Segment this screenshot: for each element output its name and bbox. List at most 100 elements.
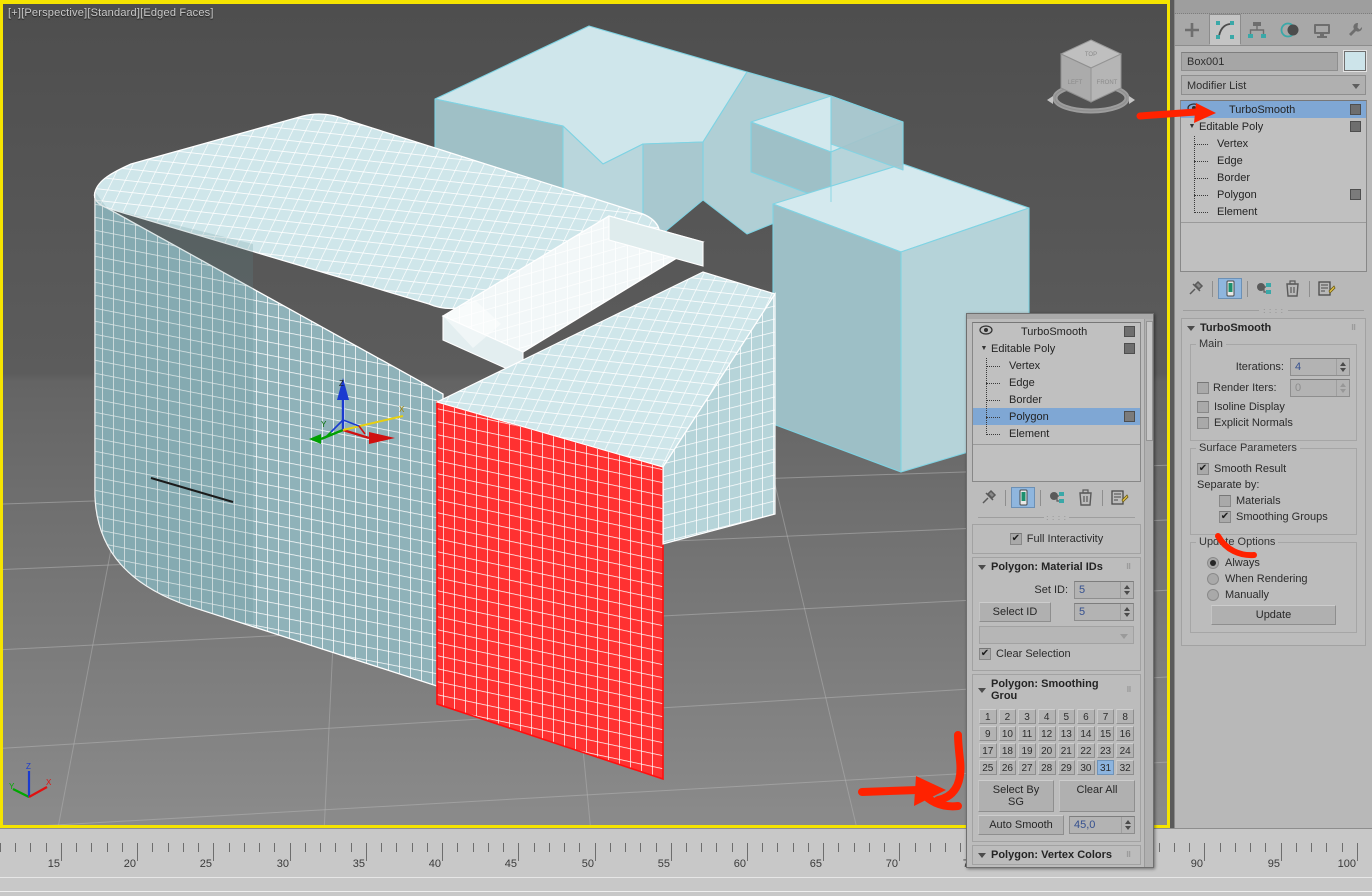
smoothing-group-3[interactable]: 3: [1018, 709, 1036, 724]
update-option-always[interactable]: Always: [1207, 557, 1350, 569]
smoothing-group-11[interactable]: 11: [1018, 726, 1036, 741]
floating-modify-panel[interactable]: TurboSmooth ▼ Editable Poly Vertex Edge Borde…: [966, 313, 1154, 868]
iterations-spinner[interactable]: 4: [1290, 358, 1350, 376]
stack-toggle-square[interactable]: [1124, 326, 1135, 337]
tab-display[interactable]: [1306, 14, 1339, 45]
clear-all-button[interactable]: Clear All: [1059, 780, 1135, 812]
floating-stack-item-editable-poly[interactable]: ▼ Editable Poly: [973, 340, 1140, 357]
modifier-stack[interactable]: TurboSmooth ▼ Editable Poly Vertex Edge Borde…: [1180, 100, 1367, 272]
timeline-ruler[interactable]: 152025303540455055606570759095100: [0, 843, 1372, 873]
smoothing-group-22[interactable]: 22: [1077, 743, 1095, 758]
make-unique-icon[interactable]: [1253, 278, 1277, 299]
rollout-smoothing-groups-header[interactable]: Polygon: Smoothing Grou ⠿: [973, 675, 1140, 705]
tab-utilities[interactable]: [1338, 14, 1371, 45]
configure-modifier-sets-icon[interactable]: [1108, 487, 1132, 508]
separate-by-materials-checkbox[interactable]: Materials: [1219, 495, 1350, 507]
stack-toggle-square[interactable]: [1350, 121, 1361, 132]
separate-by-smoothing-groups-checkbox[interactable]: ✔ Smoothing Groups: [1219, 511, 1350, 523]
stack-toggle-square[interactable]: [1124, 411, 1135, 422]
panel-grip-separator[interactable]: : : : :: [978, 514, 1135, 522]
smoothing-group-4[interactable]: 4: [1037, 709, 1056, 724]
smoothing-group-28[interactable]: 28: [1037, 760, 1056, 775]
modifier-list-dropdown[interactable]: Modifier List: [1181, 75, 1366, 95]
timeline-ruler-band[interactable]: 152025303540455055606570759095100: [0, 828, 1372, 896]
make-unique-icon[interactable]: [1046, 487, 1070, 508]
auto-smooth-button[interactable]: Auto Smooth: [978, 815, 1064, 835]
render-iters-checkbox[interactable]: [1197, 382, 1209, 394]
scrollbar-thumb[interactable]: [1146, 321, 1153, 441]
smoothing-group-5[interactable]: 5: [1057, 709, 1076, 724]
smoothing-group-31[interactable]: 31: [1096, 760, 1115, 775]
command-panel-grip[interactable]: [1175, 0, 1372, 14]
smoothing-group-9[interactable]: 9: [979, 726, 997, 741]
smoothing-group-29[interactable]: 29: [1057, 760, 1076, 775]
spinner-arrows[interactable]: [1336, 380, 1349, 396]
smoothing-group-27[interactable]: 27: [1018, 760, 1036, 775]
panel-stack-item-polygon[interactable]: Polygon: [1181, 186, 1366, 203]
show-end-result-icon[interactable]: [1218, 278, 1242, 299]
isoline-display-checkbox[interactable]: Isoline Display: [1197, 401, 1350, 413]
select-id-spinner[interactable]: 5: [1074, 603, 1134, 621]
stack-toggle-square[interactable]: [1124, 343, 1135, 354]
panel-stack-item-edge[interactable]: Edge: [1181, 152, 1366, 169]
clear-selection-checkbox[interactable]: ✔ Clear Selection: [979, 648, 1134, 660]
object-color-swatch[interactable]: [1343, 50, 1367, 72]
smoothing-group-20[interactable]: 20: [1037, 743, 1056, 758]
smoothing-group-8[interactable]: 8: [1116, 709, 1134, 724]
smoothing-group-16[interactable]: 16: [1116, 726, 1134, 741]
smoothing-group-30[interactable]: 30: [1077, 760, 1095, 775]
pin-stack-icon[interactable]: [976, 487, 1000, 508]
panel-stack-item-editable-poly[interactable]: ▼ Editable Poly: [1181, 118, 1366, 135]
smoothing-group-1[interactable]: 1: [979, 709, 997, 724]
remove-modifier-icon[interactable]: [1280, 278, 1304, 299]
tab-modify[interactable]: [1208, 14, 1241, 45]
smoothing-group-19[interactable]: 19: [1018, 743, 1036, 758]
eye-icon[interactable]: [977, 325, 995, 338]
smoothing-group-17[interactable]: 17: [979, 743, 997, 758]
update-button[interactable]: Update: [1211, 605, 1336, 625]
select-id-button[interactable]: Select ID: [979, 602, 1051, 622]
select-by-sg-button[interactable]: Select By SG: [978, 780, 1054, 812]
floating-panel-scrollbar[interactable]: [1144, 319, 1153, 867]
update-option-manually[interactable]: Manually: [1207, 589, 1350, 601]
panel-stack-item-turbosmooth[interactable]: TurboSmooth: [1181, 101, 1366, 118]
smoothing-group-10[interactable]: 10: [998, 726, 1017, 741]
chevron-down-icon[interactable]: ▼: [977, 345, 991, 352]
auto-smooth-threshold-spinner[interactable]: 45,0: [1069, 816, 1135, 834]
viewcube[interactable]: TOP LEFT FRONT: [1045, 26, 1137, 126]
remove-modifier-icon[interactable]: [1073, 487, 1097, 508]
material-id-name-dropdown[interactable]: [979, 626, 1134, 644]
smoothing-group-14[interactable]: 14: [1077, 726, 1095, 741]
smoothing-group-23[interactable]: 23: [1096, 743, 1115, 758]
smoothing-group-12[interactable]: 12: [1037, 726, 1056, 741]
set-id-spinner[interactable]: 5: [1074, 581, 1134, 599]
object-name-field[interactable]: Box001: [1181, 51, 1338, 71]
smoothing-group-13[interactable]: 13: [1057, 726, 1076, 741]
smoothing-group-7[interactable]: 7: [1096, 709, 1115, 724]
smoothing-group-26[interactable]: 26: [998, 760, 1017, 775]
spinner-arrows[interactable]: [1121, 817, 1134, 833]
rollout-turbosmooth-header[interactable]: TurboSmooth ⠿: [1182, 319, 1365, 337]
smoothing-group-15[interactable]: 15: [1096, 726, 1115, 741]
stack-toggle-square[interactable]: [1350, 104, 1361, 115]
rollout-material-ids-header[interactable]: Polygon: Material IDs ⠿: [973, 558, 1140, 576]
spinner-arrows[interactable]: [1336, 359, 1349, 375]
tab-motion[interactable]: [1273, 14, 1306, 45]
floating-modifier-stack[interactable]: TurboSmooth ▼ Editable Poly Vertex Edge Borde…: [972, 322, 1141, 482]
smoothing-group-24[interactable]: 24: [1116, 743, 1134, 758]
spinner-arrows[interactable]: [1120, 582, 1133, 598]
eye-icon[interactable]: [1185, 103, 1203, 116]
render-iters-spinner[interactable]: 0: [1290, 379, 1350, 397]
explicit-normals-checkbox[interactable]: Explicit Normals: [1197, 417, 1350, 429]
spinner-arrows[interactable]: [1120, 604, 1133, 620]
smoothing-group-21[interactable]: 21: [1057, 743, 1076, 758]
panel-stack-item-vertex[interactable]: Vertex: [1181, 135, 1366, 152]
smoothing-group-32[interactable]: 32: [1116, 760, 1134, 775]
smoothing-group-18[interactable]: 18: [998, 743, 1017, 758]
stack-toggle-square[interactable]: [1350, 189, 1361, 200]
smoothing-group-25[interactable]: 25: [979, 760, 997, 775]
smooth-result-checkbox[interactable]: ✔ Smooth Result: [1197, 463, 1350, 475]
show-end-result-icon[interactable]: [1011, 487, 1035, 508]
floating-stack-item-turbosmooth[interactable]: TurboSmooth: [973, 323, 1140, 340]
rollout-vertex-colors-header[interactable]: Polygon: Vertex Colors ⠿: [973, 846, 1140, 864]
